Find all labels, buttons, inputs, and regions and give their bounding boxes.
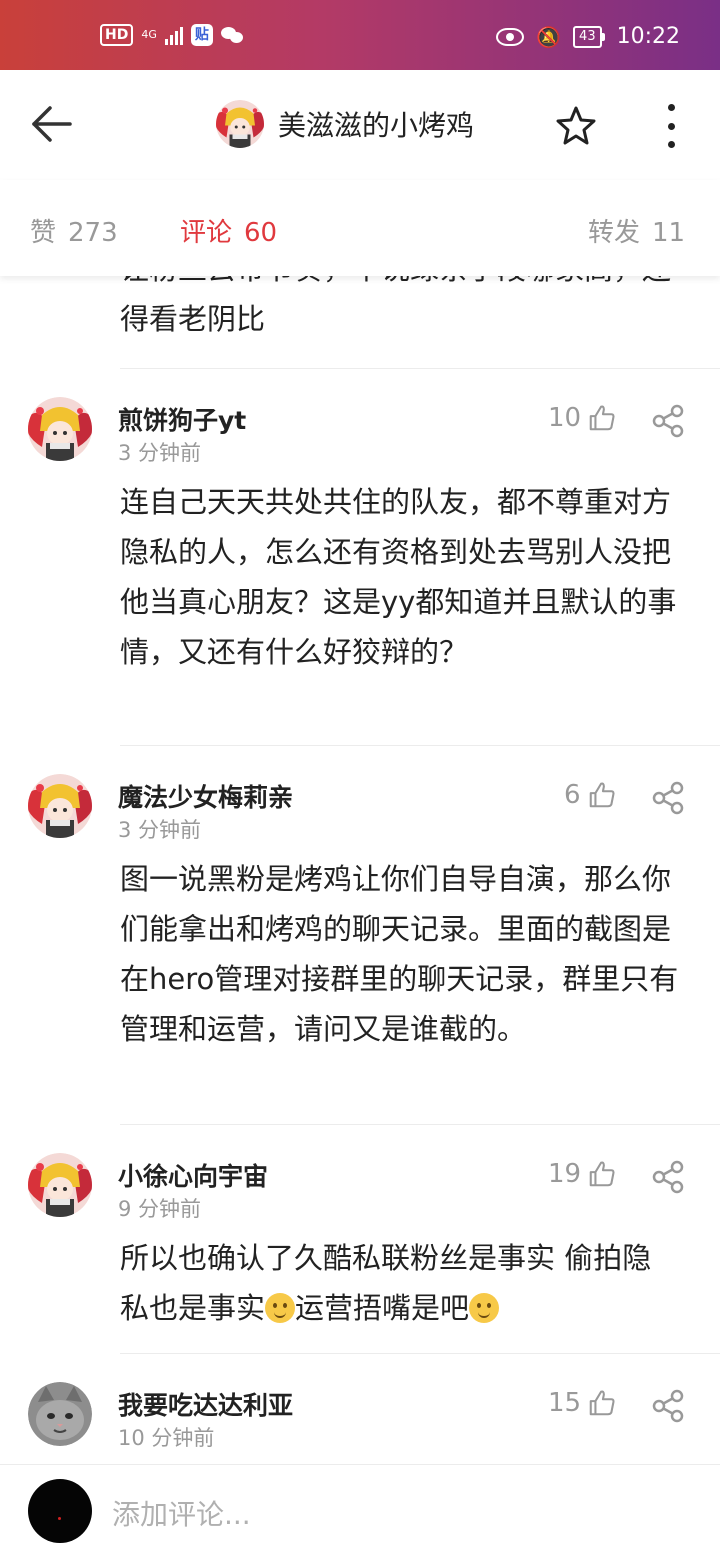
- favorite-button[interactable]: [554, 104, 598, 148]
- author-avatar[interactable]: [216, 100, 264, 148]
- username[interactable]: 魔法少女梅莉亲: [118, 778, 293, 814]
- smile-emoji-icon: [469, 1293, 500, 1323]
- tab-comments[interactable]: 评论 60: [180, 212, 277, 249]
- avatar[interactable]: [28, 397, 92, 461]
- comment-composer: 添加评论...: [0, 1464, 720, 1561]
- eye-icon: [496, 27, 525, 46]
- network-type: 4G: [141, 28, 157, 41]
- thumbs-up-icon: [589, 1390, 615, 1416]
- status-bar: HD 4G 贴 🔕 43 10:22: [0, 0, 720, 70]
- status-right: 🔕 43 10:22: [496, 24, 680, 49]
- share-icon: [652, 404, 684, 438]
- comment-item[interactable]: 魔法少女梅莉亲 3 分钟前 6 图一说黑粉是烤鸡让你们自导自演，那么你们能拿出和…: [0, 746, 720, 1124]
- comment-list[interactable]: 让粉丝去带节奏，单说绿茶手段哪家高，还得看老阴比 煎饼狗子yt 3 分钟前 10…: [0, 276, 720, 1464]
- tab-label: 赞: [30, 218, 57, 248]
- like-button[interactable]: 10: [548, 403, 617, 433]
- back-button[interactable]: [28, 102, 76, 146]
- star-icon: [556, 106, 596, 145]
- tab-label: 转发: [588, 218, 641, 248]
- comment-input[interactable]: 添加评论...: [112, 1493, 251, 1533]
- top-app-bar: 美滋滋的小烤鸡: [0, 70, 720, 180]
- like-button[interactable]: 19: [548, 1159, 617, 1189]
- status-left: HD 4G 贴: [100, 24, 245, 46]
- thumbs-up-icon: [589, 1161, 615, 1187]
- username[interactable]: 煎饼狗子yt: [118, 401, 246, 437]
- avatar[interactable]: [28, 1382, 92, 1446]
- smile-emoji-icon: [265, 1293, 296, 1323]
- tieba-app-icon: 贴: [190, 24, 213, 46]
- bell-off-icon: 🔕: [536, 24, 562, 49]
- timestamp: 3 分钟前: [118, 818, 202, 842]
- like-button[interactable]: 15: [548, 1388, 617, 1418]
- clock: 10:22: [616, 24, 680, 49]
- thumbs-up-icon: [589, 405, 615, 431]
- share-icon: [652, 1160, 684, 1194]
- tab-label: 评论: [180, 218, 233, 248]
- tab-count: 60: [244, 218, 278, 248]
- share-icon: [652, 781, 684, 815]
- share-button[interactable]: [650, 1388, 686, 1424]
- battery-level: 43: [573, 25, 602, 48]
- tab-count: 11: [652, 218, 686, 248]
- comment-text: 连自己天天共处共住的队友，都不尊重对方隐私的人，怎么还有资格到处去骂别人没把他当…: [120, 485, 677, 669]
- timestamp: 10 分钟前: [118, 1426, 215, 1450]
- more-options-button[interactable]: [658, 104, 684, 148]
- avatar[interactable]: [28, 1153, 92, 1217]
- comment-item[interactable]: 小徐心向宇宙 9 分钟前 19 所以也确认了久酷私联粉丝是事实 偷拍隐私也是事实…: [0, 1125, 720, 1353]
- like-count: 10: [548, 403, 582, 433]
- arrow-left-icon: [32, 106, 72, 142]
- share-button[interactable]: [650, 403, 686, 439]
- like-count: 19: [548, 1159, 582, 1189]
- comment-item[interactable]: 我要吃达达利亚 10 分钟前 15: [0, 1354, 720, 1464]
- comment-text: 图一说黑粉是烤鸡让你们自导自演，那么你们能拿出和烤鸡的聊天记录。里面的截图是在h…: [120, 862, 679, 1046]
- share-button[interactable]: [650, 1159, 686, 1195]
- hd-badge: HD: [100, 24, 134, 46]
- wechat-icon: [220, 25, 245, 45]
- share-icon: [652, 1389, 684, 1423]
- tab-likes[interactable]: 赞 273: [30, 212, 118, 249]
- comment-text: 让粉丝去带节奏，单说绿茶手段哪家高，还得看老阴比: [120, 276, 671, 336]
- my-avatar[interactable]: [28, 1479, 92, 1543]
- page-title: 美滋滋的小烤鸡: [278, 109, 475, 142]
- username[interactable]: 我要吃达达利亚: [118, 1386, 293, 1422]
- battery-icon: 43: [573, 25, 605, 48]
- more-vertical-icon: [667, 104, 675, 111]
- post-author[interactable]: 美滋滋的小烤鸡: [216, 100, 474, 148]
- like-count: 6: [564, 780, 581, 810]
- like-button[interactable]: 6: [564, 780, 617, 810]
- tab-count: 273: [68, 218, 118, 248]
- signal-icon: [164, 25, 183, 45]
- thumbs-up-icon: [589, 782, 615, 808]
- comment-text: 所以也确认了久酷私联粉丝是事实 偷拍隐私也是事实 运营捂嘴是吧: [120, 1233, 680, 1333]
- tab-reposts[interactable]: 转发 11: [588, 212, 685, 249]
- username[interactable]: 小徐心向宇宙: [118, 1157, 268, 1193]
- like-count: 15: [548, 1388, 582, 1418]
- comment-item[interactable]: 煎饼狗子yt 3 分钟前 10 连自己天天共处共住的队友，都不尊重对方隐私的人，…: [0, 369, 720, 745]
- avatar[interactable]: [28, 774, 92, 838]
- tab-bar: 赞 273 评论 60 转发 11: [0, 180, 720, 276]
- share-button[interactable]: [650, 780, 686, 816]
- timestamp: 3 分钟前: [118, 441, 202, 465]
- comment-text-part: 运营捂嘴是吧: [295, 1291, 470, 1325]
- timestamp: 9 分钟前: [118, 1197, 202, 1221]
